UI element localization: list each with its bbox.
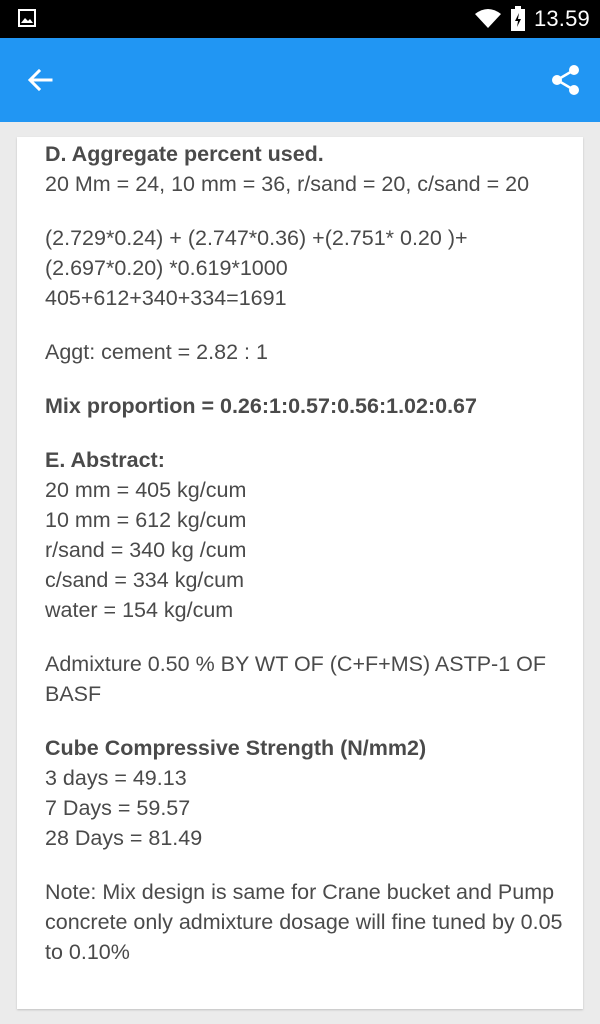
calculation-section: (2.729*0.24) + (2.747*0.36) +(2.751* 0.2… [45,223,565,313]
share-button[interactable] [542,56,590,104]
abstract-item: 10 mm = 612 kg/cum [45,508,247,532]
image-icon [18,9,36,27]
strength-item: 3 days = 49.13 [45,766,187,790]
content-body: D. Aggregate percent used. 20 Mm = 24, 1… [45,137,565,967]
battery-icon [510,6,525,31]
abstract-section: E. Abstract: 20 mm = 405 kg/cum 10 mm = … [45,445,565,625]
aggregate-section: D. Aggregate percent used. 20 Mm = 24, 1… [45,139,565,199]
strength-heading: Cube Compressive Strength (N/mm2) [45,736,427,760]
strength-item: 7 Days = 59.57 [45,796,191,820]
strength-item: 28 Days = 81.49 [45,826,203,850]
calculation-line-2: (2.697*0.20) *0.619*1000 [45,256,288,280]
aggregate-ratio-text: 20 Mm = 24, 10 mm = 36, r/sand = 20, c/s… [45,172,530,196]
status-bar: 13.59 [0,0,600,38]
wifi-icon [474,9,501,28]
mix-proportion-text: Mix proportion = 0.26:1:0.57:0.56:1.02:0… [45,394,477,418]
status-right-group: 13.59 [474,0,590,38]
strength-section: Cube Compressive Strength (N/mm2) 3 days… [45,733,565,853]
share-icon [552,65,579,95]
aggt-cement-text: Aggt: cement = 2.82 : 1 [45,340,268,364]
content-card: D. Aggregate percent used. 20 Mm = 24, 1… [17,137,583,1009]
abstract-item: c/sand = 334 kg/cum [45,568,244,592]
calculation-line-1: (2.729*0.24) + (2.747*0.36) +(2.751* 0.2… [45,226,468,250]
abstract-heading: E. Abstract: [45,448,165,472]
back-button[interactable] [16,56,64,104]
status-time: 13.59 [533,6,590,31]
abstract-item: water = 154 kg/cum [45,598,234,622]
admixture-text: Admixture 0.50 % BY WT OF (C+F+MS) ASTP-… [45,652,546,706]
abstract-item: 20 mm = 405 kg/cum [45,478,247,502]
calculation-line-3: 405+612+340+334=1691 [45,286,287,310]
aggregate-heading: D. Aggregate percent used. [45,142,324,166]
note-text: Note: Mix design is same for Crane bucke… [45,880,563,964]
arrow-back-icon [27,68,53,92]
abstract-item: r/sand = 340 kg /cum [45,538,247,562]
app-bar [0,38,600,122]
